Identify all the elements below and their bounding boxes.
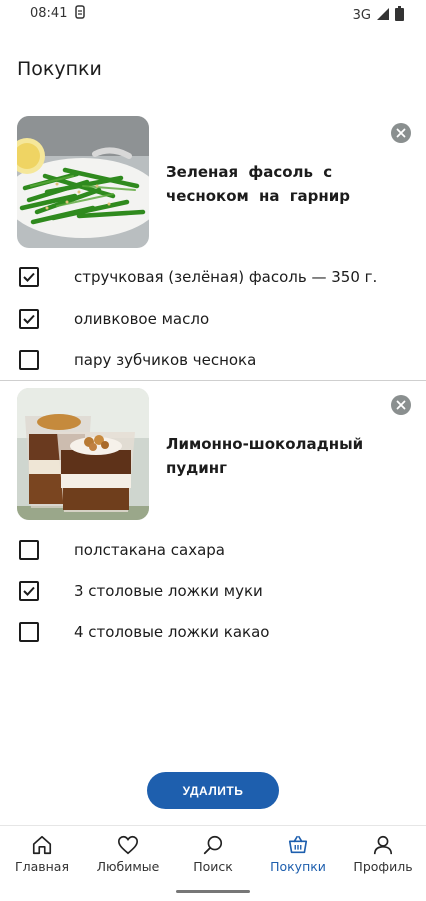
home-indicator[interactable]	[176, 890, 250, 893]
nav-item-favorites[interactable]: Любимые	[88, 834, 168, 874]
check-icon	[23, 314, 35, 324]
ingredient-item[interactable]: стручковая (зелёная) фасоль — 350 г.	[19, 262, 409, 292]
battery-icon	[395, 6, 404, 25]
recipe-title[interactable]: Лимонно-шоколадный пудинг	[166, 432, 376, 480]
home-icon	[32, 835, 52, 855]
check-icon	[23, 586, 35, 596]
divider	[0, 380, 426, 381]
heart-icon	[118, 835, 138, 855]
check-icon	[23, 272, 35, 282]
delete-button[interactable]: УДАЛИТЬ	[147, 772, 279, 809]
nav-item-search[interactable]: Поиск	[173, 834, 253, 874]
ingredient-label: полстакана сахара	[74, 541, 225, 559]
nav-label: Любимые	[96, 859, 160, 874]
ingredient-item[interactable]: пару зубчиков чеснока	[19, 345, 409, 375]
checkbox-checked[interactable]	[19, 309, 39, 329]
ingredient-label: 3 столовые ложки муки	[74, 582, 263, 600]
network-type: 3G	[352, 8, 371, 23]
nav-label: Главная	[15, 859, 69, 874]
signal-icon	[376, 7, 390, 25]
checkbox-unchecked[interactable]	[19, 350, 39, 370]
recipe-title[interactable]: Зеленая фасоль с чесноком на гарнир	[166, 160, 376, 208]
sync-icon	[74, 5, 86, 23]
nav-item-shopping[interactable]: Покупки	[258, 834, 338, 874]
checkbox-checked[interactable]	[19, 581, 39, 601]
nav-item-profile[interactable]: Профиль	[343, 834, 423, 874]
recipe-image-pudding[interactable]	[17, 388, 149, 520]
nav-item-home[interactable]: Главная	[2, 834, 82, 874]
ingredient-item[interactable]: полстакана сахара	[19, 535, 409, 565]
checkbox-checked[interactable]	[19, 267, 39, 287]
nav-label: Покупки	[270, 859, 326, 874]
ingredient-label: оливковое масло	[74, 310, 210, 328]
ingredient-item[interactable]: 4 столовые ложки какао	[19, 617, 409, 647]
page-title: Покупки	[17, 58, 102, 80]
remove-recipe-button[interactable]	[391, 123, 411, 143]
checkbox-unchecked[interactable]	[19, 540, 39, 560]
nav-label: Поиск	[193, 859, 233, 874]
nav-label: Профиль	[353, 859, 413, 874]
ingredient-label: 4 столовые ложки какао	[74, 623, 270, 641]
ingredient-label: пару зубчиков чеснока	[74, 351, 257, 369]
ingredient-item[interactable]: оливковое масло	[19, 304, 409, 334]
status-bar: 08:41 3G	[0, 0, 426, 28]
remove-recipe-button[interactable]	[391, 395, 411, 415]
checkbox-unchecked[interactable]	[19, 622, 39, 642]
search-icon	[203, 835, 223, 855]
close-icon	[396, 400, 406, 410]
close-icon	[396, 128, 406, 138]
ingredient-item[interactable]: 3 столовые ложки муки	[19, 576, 409, 606]
status-time: 08:41	[30, 6, 68, 21]
ingredient-label: стручковая (зелёная) фасоль — 350 г.	[74, 268, 378, 286]
basket-icon	[288, 835, 308, 854]
profile-icon	[373, 835, 393, 855]
recipe-image-green-beans[interactable]	[17, 116, 149, 248]
